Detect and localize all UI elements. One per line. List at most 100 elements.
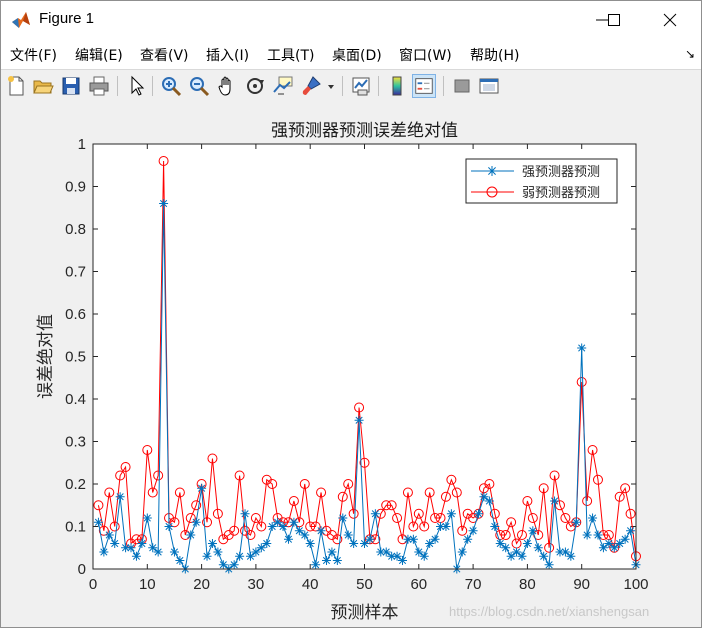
zoom-in-icon[interactable] — [159, 74, 183, 98]
data-point[interactable] — [571, 517, 581, 527]
data-point[interactable] — [484, 496, 494, 506]
data-point[interactable] — [495, 539, 505, 548]
data-point[interactable] — [93, 517, 103, 527]
data-point[interactable] — [615, 539, 625, 548]
data-point[interactable] — [490, 522, 500, 531]
data-point[interactable] — [582, 530, 592, 540]
data-point[interactable] — [186, 530, 196, 540]
show-plot-tools-icon[interactable] — [477, 74, 501, 98]
brush-dropdown-icon[interactable] — [325, 74, 337, 98]
dock-arrow-icon[interactable]: ↘ — [685, 47, 695, 61]
data-point[interactable] — [522, 539, 532, 548]
data-point[interactable] — [115, 492, 125, 502]
colorbar-icon[interactable] — [385, 74, 409, 98]
menu-edit[interactable]: 编辑(E) — [75, 45, 123, 65]
new-figure-icon[interactable] — [4, 74, 28, 98]
data-point[interactable] — [305, 539, 315, 548]
data-point[interactable] — [566, 551, 576, 561]
brush-icon[interactable] — [299, 74, 323, 98]
data-point[interactable] — [229, 560, 239, 570]
data-point[interactable] — [153, 547, 163, 557]
data-point[interactable] — [604, 539, 614, 548]
open-file-icon[interactable] — [31, 74, 55, 98]
pan-hand-icon[interactable] — [215, 74, 239, 98]
data-point[interactable] — [626, 526, 636, 536]
data-point[interactable] — [338, 513, 348, 523]
close-button[interactable] — [647, 1, 693, 39]
legend[interactable]: 强预测器预测弱预测器预测 — [465, 158, 618, 204]
menu-window[interactable]: 窗口(W) — [399, 45, 452, 65]
data-point[interactable] — [126, 543, 136, 553]
menu-view[interactable]: 查看(V) — [140, 45, 189, 65]
data-point[interactable] — [398, 556, 408, 565]
data-point[interactable] — [278, 522, 288, 531]
data-point[interactable] — [506, 551, 516, 561]
data-point[interactable] — [175, 556, 185, 565]
data-point[interactable] — [392, 551, 402, 561]
data-point[interactable] — [550, 496, 560, 506]
data-point[interactable] — [487, 166, 497, 176]
data-point[interactable] — [365, 534, 375, 544]
data-point[interactable] — [620, 534, 630, 544]
data-point[interactable] — [142, 513, 152, 523]
data-point[interactable] — [598, 543, 608, 553]
data-point[interactable] — [408, 534, 418, 544]
data-point[interactable] — [283, 534, 293, 544]
data-point[interactable] — [430, 534, 440, 544]
data-point[interactable] — [110, 539, 120, 548]
data-point[interactable] — [321, 556, 331, 565]
data-point[interactable] — [370, 509, 380, 519]
hide-plot-tools-icon[interactable] — [450, 74, 474, 98]
data-point[interactable] — [343, 530, 353, 540]
data-point[interactable] — [360, 539, 369, 548]
data-point[interactable] — [169, 547, 179, 557]
data-point[interactable] — [235, 551, 245, 561]
data-point[interactable] — [273, 517, 283, 527]
menu-insert[interactable]: 插入(I) — [206, 45, 249, 65]
data-point[interactable] — [560, 547, 570, 557]
data-point[interactable] — [463, 534, 473, 544]
data-point[interactable] — [262, 539, 272, 548]
data-point[interactable] — [104, 530, 114, 540]
data-point[interactable] — [588, 513, 598, 523]
data-point[interactable] — [267, 522, 277, 531]
data-point[interactable] — [501, 543, 511, 553]
data-point[interactable] — [137, 539, 147, 548]
data-point[interactable] — [512, 547, 522, 557]
data-point[interactable] — [539, 551, 549, 561]
rotate-3d-icon[interactable] — [243, 74, 267, 98]
data-point[interactable] — [251, 547, 261, 557]
data-point[interactable] — [425, 539, 435, 548]
data-point[interactable] — [300, 530, 310, 540]
data-point[interactable] — [441, 522, 451, 531]
data-point[interactable] — [207, 539, 217, 548]
print-icon[interactable] — [87, 74, 111, 98]
data-point[interactable] — [414, 547, 424, 557]
data-point[interactable] — [446, 509, 456, 519]
data-point[interactable] — [354, 415, 364, 425]
data-point[interactable] — [474, 509, 484, 519]
data-point[interactable] — [218, 560, 228, 570]
data-point[interactable] — [316, 526, 326, 536]
data-point[interactable] — [202, 551, 212, 561]
data-point[interactable] — [332, 556, 342, 565]
data-point[interactable] — [517, 551, 527, 561]
data-point[interactable] — [131, 551, 141, 561]
data-point[interactable] — [159, 199, 169, 208]
data-point[interactable] — [457, 547, 467, 557]
menu-desktop[interactable]: 桌面(D) — [332, 45, 382, 65]
data-point[interactable] — [528, 526, 538, 536]
maximize-button[interactable] — [591, 1, 637, 39]
data-point[interactable] — [245, 551, 255, 561]
data-point[interactable] — [256, 543, 266, 553]
zoom-out-icon[interactable] — [187, 74, 211, 98]
menu-file[interactable]: 文件(F) — [10, 45, 57, 65]
link-plot-icon[interactable] — [349, 74, 373, 98]
data-point[interactable] — [544, 560, 554, 570]
data-point[interactable] — [419, 551, 429, 561]
data-point[interactable] — [311, 560, 321, 570]
data-point[interactable] — [148, 543, 158, 553]
data-point[interactable] — [609, 543, 619, 553]
data-point[interactable] — [197, 483, 207, 493]
data-point[interactable] — [593, 530, 603, 540]
